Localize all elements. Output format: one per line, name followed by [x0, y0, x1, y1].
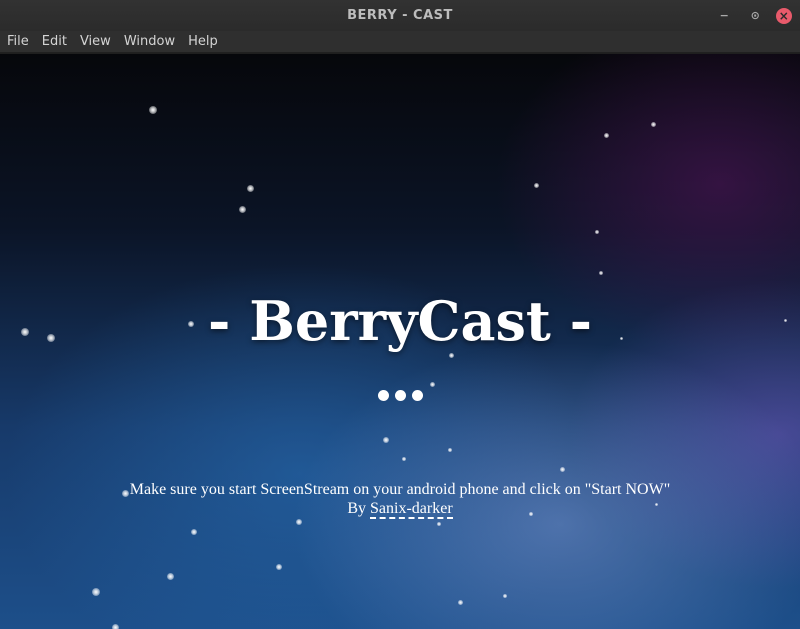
menu-help[interactable]: Help — [183, 34, 223, 49]
star — [448, 448, 452, 452]
instruction-text: Make sure you start ScreenStream on your… — [129, 481, 671, 498]
close-icon[interactable]: × — [776, 7, 792, 24]
star — [191, 529, 197, 535]
loading-dot — [394, 390, 406, 401]
star — [149, 106, 157, 114]
star — [92, 588, 100, 596]
star — [595, 230, 599, 234]
menu-file[interactable]: File — [2, 34, 34, 49]
star — [167, 573, 174, 580]
menu-window[interactable]: Window — [119, 34, 180, 49]
loading-dot — [377, 390, 389, 401]
author-link[interactable]: Sanix-darker — [370, 500, 453, 519]
window-controls: − ⊙ × — [714, 0, 792, 31]
byline-prefix: By — [347, 500, 371, 517]
star — [112, 624, 119, 629]
star — [247, 185, 254, 192]
star — [402, 457, 406, 461]
author-byline: By Sanix-darker — [0, 499, 800, 519]
title-bar[interactable]: BERRY - CAST − ⊙ × — [0, 0, 800, 31]
star — [458, 600, 463, 605]
loading-indicator — [0, 390, 800, 401]
star — [651, 122, 656, 127]
star — [430, 382, 435, 387]
window-title: BERRY - CAST — [347, 8, 453, 23]
star — [599, 271, 603, 275]
starfield-background: - BerryCast - Make sure you start Screen… — [0, 54, 800, 629]
star — [296, 519, 302, 525]
menu-view[interactable]: View — [75, 34, 116, 49]
loading-dot — [411, 390, 423, 401]
star — [239, 206, 246, 213]
star — [437, 522, 441, 526]
menu-edit[interactable]: Edit — [37, 34, 72, 49]
star — [503, 594, 507, 598]
star — [276, 564, 282, 570]
star — [604, 133, 609, 138]
app-headline: - BerryCast - — [207, 289, 592, 353]
app-window: BERRY - CAST − ⊙ × File Edit View Window… — [0, 0, 800, 629]
restore-icon[interactable]: ⊙ — [745, 5, 766, 26]
minimize-icon[interactable]: − — [714, 5, 735, 26]
menu-bar: File Edit View Window Help — [0, 31, 800, 53]
star — [383, 437, 389, 443]
star — [560, 467, 565, 472]
star — [534, 183, 539, 188]
